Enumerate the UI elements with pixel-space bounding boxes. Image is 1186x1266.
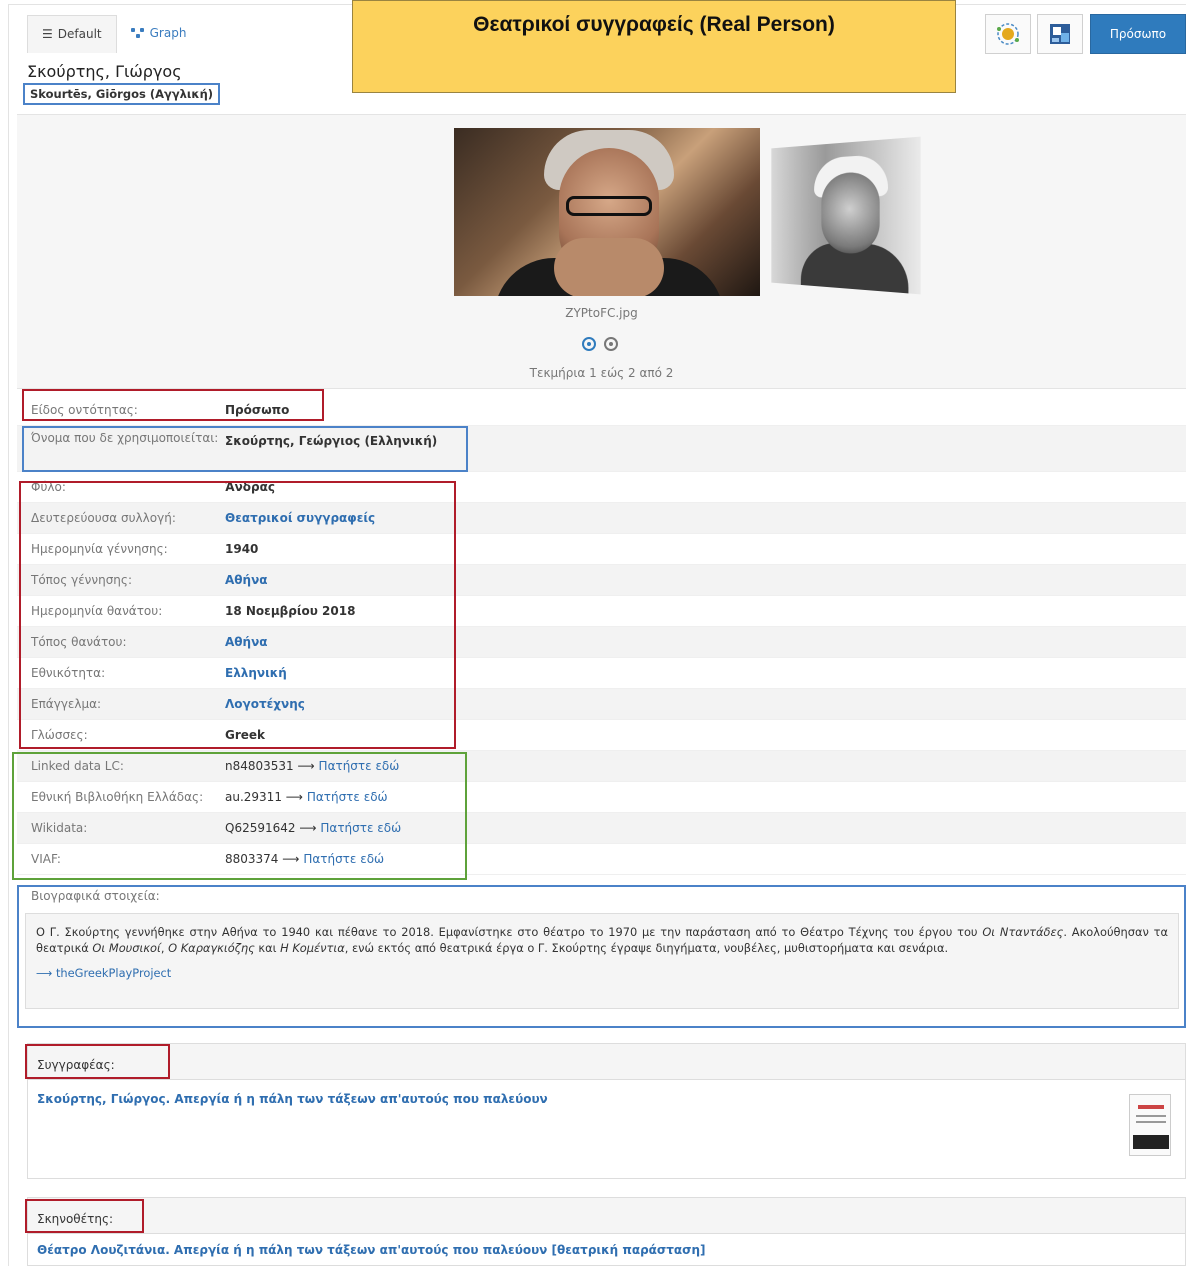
image-filename: ZYPtoFC.jpg <box>565 306 638 320</box>
field-row-languages: Γλώσσες: Greek <box>17 720 1186 751</box>
field-value: Greek <box>225 728 266 742</box>
list-icon: ☰ <box>42 27 53 41</box>
arrow-icon: ⟶ <box>297 759 315 773</box>
field-row-death-place: Τόπος θανάτου: Αθήνα <box>17 627 1186 658</box>
tab-default-label: Default <box>57 27 102 41</box>
alt-name-badge: Skourtēs, Giōrgos (Αγγλική) <box>23 83 221 105</box>
field-label: Τόπος γέννησης: <box>31 573 132 587</box>
toolbar-icons <box>985 14 1083 54</box>
field-label: VIAF: <box>31 852 61 866</box>
field-label: Εθνική Βιβλιοθήκη Ελλάδας: <box>31 790 204 804</box>
tab-default[interactable]: ☰ Default <box>27 15 117 53</box>
author-work-link[interactable]: Σκούρτης, Γιώργος. Απεργία ή η πάλη των … <box>28 1080 1185 1106</box>
metadata-fields: Είδος οντότητας: Πρόσωπο Όνομα που δε χρ… <box>17 395 1186 875</box>
tab-graph[interactable]: Graph <box>117 15 201 53</box>
field-row-nlg: Εθνική Βιβλιοθήκη Ελλάδας: au.29311 ⟶ Πα… <box>17 782 1186 813</box>
field-label: Φύλο: <box>31 480 66 494</box>
field-label: Ημερομηνία θανάτου: <box>31 604 163 618</box>
director-work-link[interactable]: Θέατρο Λουζιτάνια. Απεργία ή η πάλη των … <box>28 1234 1185 1257</box>
field-value-link[interactable]: Θεατρικοί συγγραφείς <box>225 511 375 525</box>
arrow-icon: ⟶ <box>282 852 300 866</box>
collection-banner: Θεατρικοί συγγραφείς (Real Person) <box>352 0 956 93</box>
field-value-link[interactable]: Ελληνική <box>225 666 287 680</box>
field-label: Όνομα που δε χρησιμοποιείται: <box>31 431 219 445</box>
book-cover-thumbnail[interactable] <box>1129 1094 1171 1156</box>
main-photo[interactable] <box>454 128 760 296</box>
arrow-icon: ⟶ <box>299 821 317 835</box>
gallery-pager <box>582 337 618 351</box>
field-value: Σκούρτης, Γεώργιος (Ελληνική) <box>225 434 438 448</box>
field-label: Ημερομηνία γέννησης: <box>31 542 168 556</box>
field-row-collection: Δευτερεύουσα συλλογή: Θεατρικοί συγγραφε… <box>17 503 1186 534</box>
field-label: Τόπος θανάτου: <box>31 635 127 649</box>
field-value-link[interactable]: Λογοτέχνης <box>225 697 305 711</box>
field-label: Επάγγελμα: <box>31 697 102 711</box>
biography-paragraph: Ο Γ. Σκούρτης γεννήθηκε στην Αθήνα το 19… <box>36 925 1168 955</box>
page-title: Σκούρτης, Γιώργος <box>27 62 182 81</box>
field-value: Q62591642 ⟶ Πατήστε εδώ <box>225 821 401 835</box>
external-link[interactable]: Πατήστε εδώ <box>303 852 384 866</box>
external-link[interactable]: Πατήστε εδώ <box>307 790 388 804</box>
linked-data-icon[interactable] <box>985 14 1031 54</box>
field-value: n84803531 ⟶ Πατήστε εδώ <box>225 759 399 773</box>
field-value: au.29311 ⟶ Πατήστε εδώ <box>225 790 388 804</box>
arrow-icon: ⟶ <box>36 966 53 980</box>
field-row-unused-name: Όνομα που δε χρησιμοποιείται: Σκούρτης, … <box>17 426 1186 472</box>
identifier: 8803374 <box>225 852 279 866</box>
tab-graph-label: Graph <box>149 26 187 40</box>
arrow-icon: ⟶ <box>285 790 303 804</box>
field-value: 8803374 ⟶ Πατήστε εδώ <box>225 852 384 866</box>
image-gallery: ZYPtoFC.jpg Τεκμήρια 1 εώς 2 από 2 <box>17 114 1186 389</box>
field-value: 18 Νοεμβρίου 2018 <box>225 604 356 618</box>
biography-text: Ο Γ. Σκούρτης γεννήθηκε στην Αθήνα το 19… <box>25 913 1179 1009</box>
external-link[interactable]: Πατήστε εδώ <box>319 759 400 773</box>
source-link[interactable]: ⟶ theGreekPlayProject <box>36 965 1168 981</box>
author-panel-title: Συγγραφέας: <box>28 1044 1185 1080</box>
field-label: Είδος οντότητας: <box>31 403 138 417</box>
field-label: Linked data LC: <box>31 759 124 773</box>
export-icon[interactable] <box>1037 14 1083 54</box>
pager-dot-1[interactable] <box>582 337 596 351</box>
field-row-occupation: Επάγγελμα: Λογοτέχνης <box>17 689 1186 720</box>
director-panel-title: Σκηνοθέτης: <box>28 1198 1185 1234</box>
field-label: Wikidata: <box>31 821 88 835</box>
field-value: Άνδρας <box>225 480 275 494</box>
biography-section: Βιογραφικά στοιχεία: Ο Γ. Σκούρτης γεννή… <box>17 887 1186 1029</box>
graph-icon <box>130 28 145 38</box>
author-panel: Συγγραφέας: Σκούρτης, Γιώργος. Απεργία ή… <box>27 1043 1186 1179</box>
banner-title: Θεατρικοί συγγραφείς (Real Person) <box>473 13 835 36</box>
field-label: Εθνικότητα: <box>31 666 106 680</box>
field-row-lc: Linked data LC: n84803531 ⟶ Πατήστε εδώ <box>17 751 1186 782</box>
field-label: Γλώσσες: <box>31 728 88 742</box>
view-tabs: ☰ Default Graph <box>27 15 200 53</box>
entity-type-button[interactable]: Πρόσωπο <box>1090 14 1186 54</box>
field-value: Πρόσωπο <box>225 403 290 417</box>
field-row-viaf: VIAF: 8803374 ⟶ Πατήστε εδώ <box>17 844 1186 875</box>
field-row-wikidata: Wikidata: Q62591642 ⟶ Πατήστε εδώ <box>17 813 1186 844</box>
field-row-death-date: Ημερομηνία θανάτου: 18 Νοεμβρίου 2018 <box>17 596 1186 627</box>
field-row-birth-date: Ημερομηνία γέννησης: 1940 <box>17 534 1186 565</box>
field-label: Δευτερεύουσα συλλογή: <box>31 511 176 525</box>
field-value-link[interactable]: Αθήνα <box>225 635 268 649</box>
field-row-nationality: Εθνικότητα: Ελληνική <box>17 658 1186 689</box>
director-panel: Σκηνοθέτης: Θέατρο Λουζιτάνια. Απεργία ή… <box>27 1197 1186 1266</box>
field-value: 1940 <box>225 542 259 556</box>
identifier: n84803531 <box>225 759 294 773</box>
field-row-entity-type: Είδος οντότητας: Πρόσωπο <box>17 395 1186 426</box>
secondary-photo[interactable] <box>771 136 921 295</box>
field-row-birth-place: Τόπος γέννησης: Αθήνα <box>17 565 1186 596</box>
biography-label: Βιογραφικά στοιχεία: <box>31 889 160 903</box>
identifier: au.29311 <box>225 790 282 804</box>
gallery-count: Τεκμήρια 1 εώς 2 από 2 <box>529 366 674 380</box>
external-link[interactable]: Πατήστε εδώ <box>320 821 401 835</box>
identifier: Q62591642 <box>225 821 296 835</box>
pager-dot-2[interactable] <box>604 337 618 351</box>
field-row-gender: Φύλο: Άνδρας <box>17 472 1186 503</box>
field-value-link[interactable]: Αθήνα <box>225 573 268 587</box>
